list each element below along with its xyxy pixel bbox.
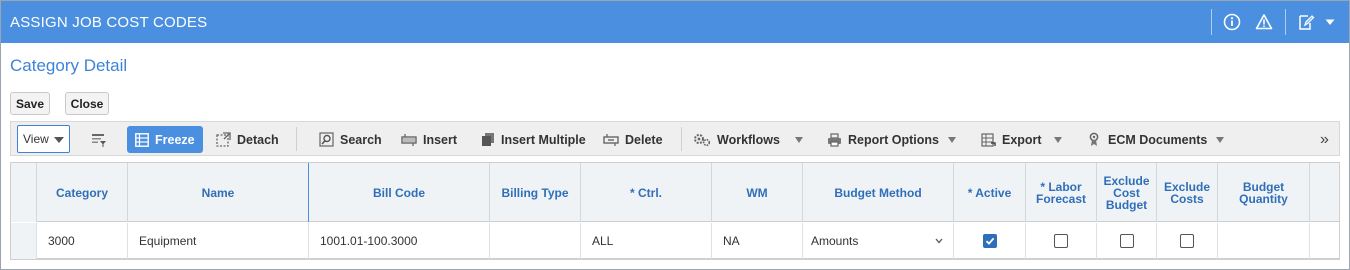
ecm-documents-icon: [1089, 132, 1099, 146]
cell-budget-quantity[interactable]: [1218, 223, 1310, 259]
title-bar: ASSIGN JOB COST CODES: [1, 1, 1349, 43]
delete-button[interactable]: Delete: [603, 126, 663, 153]
cell-ctrl[interactable]: ALL: [581, 223, 712, 259]
column-header-budget-method[interactable]: Budget Method: [803, 163, 954, 222]
column-header-labor-forecast[interactable]: * Labor Forecast: [1026, 163, 1097, 222]
ecm-documents-dropdown-icon[interactable]: [1216, 137, 1224, 143]
row-selector-header: [11, 163, 37, 222]
more-button[interactable]: »: [1320, 126, 1329, 153]
warning-icon[interactable]: [1254, 12, 1274, 32]
budget-method-value: Amounts: [811, 234, 859, 248]
caret-down-icon[interactable]: [1320, 12, 1340, 32]
column-header-ctrl[interactable]: * Ctrl.: [581, 163, 712, 222]
report-options-dropdown-icon[interactable]: [948, 137, 956, 143]
column-header-budget-quantity[interactable]: Budget Quantity: [1218, 163, 1310, 222]
insert-multiple-icon: [482, 133, 494, 146]
category-grid: Category Name Bill Code Billing Type * C…: [10, 162, 1340, 260]
workflows-button[interactable]: Workflows: [693, 126, 780, 153]
freeze-icon: [135, 132, 149, 147]
close-button[interactable]: Close: [65, 92, 109, 115]
detach-icon: [216, 132, 231, 147]
freeze-button[interactable]: Freeze: [127, 126, 203, 153]
report-options-button[interactable]: Report Options: [827, 126, 939, 153]
detach-button[interactable]: Detach: [216, 126, 279, 153]
printer-icon: [828, 132, 841, 147]
column-header-category[interactable]: Category: [37, 163, 128, 222]
column-header-next[interactable]: I: [1310, 163, 1339, 222]
chevron-down-icon: [54, 137, 64, 143]
cell-exclude-costs: [1157, 223, 1218, 259]
exclude-cost-budget-checkbox[interactable]: [1119, 234, 1134, 248]
workflows-dropdown-icon[interactable]: [795, 137, 803, 143]
title-separator: [1211, 9, 1212, 35]
column-header-wm[interactable]: WM: [712, 163, 803, 222]
export-icon: [981, 132, 996, 147]
exclude-costs-checkbox[interactable]: [1180, 234, 1194, 248]
cell-labor-forecast: [1026, 223, 1097, 259]
insert-multiple-button[interactable]: Insert Multiple: [481, 126, 586, 153]
filter-icon[interactable]: [91, 126, 113, 153]
cell-category[interactable]: 3000: [37, 223, 128, 259]
insert-multiple-label: Insert Multiple: [501, 132, 586, 147]
delete-label: Delete: [625, 132, 663, 147]
edit-note-icon[interactable]: [1296, 12, 1316, 32]
column-header-exclude-cost-budget[interactable]: Exclude Cost Budget: [1097, 163, 1157, 222]
grid-toolbar: View Freeze Detach Search Insert Insert …: [10, 121, 1340, 156]
labor-forecast-checkbox[interactable]: [1054, 234, 1068, 248]
insert-icon: [401, 133, 417, 146]
report-options-label: Report Options: [848, 132, 939, 147]
checkmark-icon: [985, 237, 994, 245]
cell-billing-type[interactable]: [490, 223, 581, 259]
workflows-icon: [694, 134, 711, 147]
export-button[interactable]: Export: [981, 126, 1042, 153]
column-header-name[interactable]: Name: [128, 163, 309, 222]
table-row[interactable]: 3000 Equipment 1001.01-100.3000 ALL NA A…: [11, 223, 1339, 259]
export-dropdown-icon[interactable]: [1054, 137, 1062, 143]
export-label: Export: [1002, 132, 1042, 147]
search-label: Search: [340, 132, 382, 147]
cell-bill-code[interactable]: 1001.01-100.3000: [309, 223, 490, 259]
detach-label: Detach: [237, 132, 279, 147]
column-header-exclude-costs[interactable]: Exclude Costs: [1157, 163, 1218, 222]
view-select-value: View: [23, 132, 49, 146]
active-checkbox[interactable]: [982, 234, 997, 248]
window-title: ASSIGN JOB COST CODES: [10, 14, 208, 31]
grid-header: Category Name Bill Code Billing Type * C…: [11, 163, 1339, 222]
column-header-active[interactable]: * Active: [954, 163, 1026, 222]
view-select[interactable]: View: [17, 125, 70, 153]
workflows-label: Workflows: [717, 132, 780, 147]
insert-label: Insert: [423, 132, 458, 147]
column-header-billing-type[interactable]: Billing Type: [490, 163, 581, 222]
ecm-documents-label: ECM Documents: [1108, 132, 1208, 147]
insert-button[interactable]: Insert: [401, 126, 457, 153]
delete-icon: [603, 133, 619, 146]
toolbar-divider: [296, 127, 297, 151]
chevron-down-icon: [935, 238, 943, 244]
info-icon[interactable]: [1222, 12, 1242, 32]
title-separator: [1285, 9, 1286, 35]
cell-exclude-cost-budget: [1097, 223, 1157, 259]
freeze-label: Freeze: [155, 132, 195, 147]
ecm-documents-button[interactable]: ECM Documents: [1088, 126, 1207, 153]
cell-name[interactable]: Equipment: [128, 223, 309, 259]
cell-budget-method[interactable]: Amounts: [803, 223, 954, 259]
cell-active: [954, 223, 1026, 259]
page-title: Category Detail: [10, 56, 128, 75]
search-icon: [319, 132, 334, 147]
column-header-bill-code[interactable]: Bill Code: [309, 163, 490, 222]
cell-wm[interactable]: NA: [712, 223, 803, 259]
row-selector[interactable]: [11, 223, 37, 259]
save-button[interactable]: Save: [10, 92, 50, 115]
toolbar-divider: [681, 127, 682, 151]
search-button[interactable]: Search: [319, 126, 382, 153]
